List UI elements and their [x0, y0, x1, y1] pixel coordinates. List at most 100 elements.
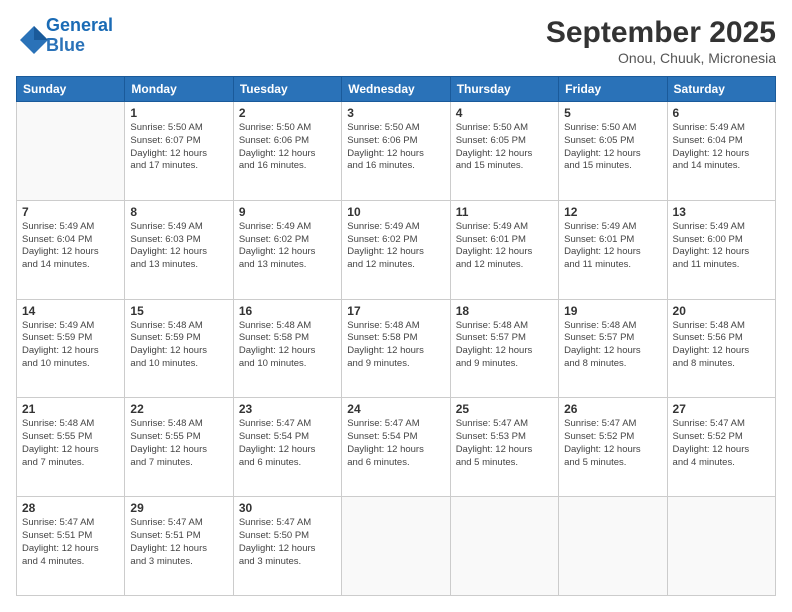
header: General Blue September 2025 Onou, Chuuk,… — [16, 16, 776, 66]
day-number: 2 — [239, 106, 336, 120]
logo-icon — [16, 22, 44, 50]
day-cell: 6 Sunrise: 5:49 AM Sunset: 6:04 PM Daylig… — [667, 102, 775, 201]
day-cell: 26 Sunrise: 5:47 AM Sunset: 5:52 PM Dayli… — [559, 398, 667, 497]
week-row-2: 7 Sunrise: 5:49 AM Sunset: 6:04 PM Daylig… — [17, 200, 776, 299]
day-info: Sunrise: 5:48 AM Sunset: 5:58 PM Dayligh… — [239, 320, 336, 371]
day-cell: 8 Sunrise: 5:49 AM Sunset: 6:03 PM Daylig… — [125, 200, 233, 299]
day-cell: 7 Sunrise: 5:49 AM Sunset: 6:04 PM Daylig… — [17, 200, 125, 299]
day-number: 19 — [564, 304, 661, 318]
day-cell: 3 Sunrise: 5:50 AM Sunset: 6:06 PM Daylig… — [342, 102, 450, 201]
day-cell: 9 Sunrise: 5:49 AM Sunset: 6:02 PM Daylig… — [233, 200, 341, 299]
month-title: September 2025 — [546, 16, 776, 50]
day-cell: 5Sunrise: 5:50 AM Sunset: 6:05 PM Daylig… — [559, 102, 667, 201]
day-cell: 19 Sunrise: 5:48 AM Sunset: 5:57 PM Dayli… — [559, 299, 667, 398]
day-number: 25 — [456, 402, 553, 416]
day-cell — [342, 497, 450, 596]
day-number: 27 — [673, 402, 770, 416]
day-number: 20 — [673, 304, 770, 318]
day-cell: 17Sunrise: 5:48 AM Sunset: 5:58 PM Dayli… — [342, 299, 450, 398]
day-number: 30 — [239, 501, 336, 515]
day-info: Sunrise: 5:49 AM Sunset: 6:01 PM Dayligh… — [456, 221, 553, 272]
day-cell — [450, 497, 558, 596]
day-info: Sunrise: 5:47 AM Sunset: 5:54 PM Dayligh… — [347, 418, 444, 469]
day-number: 8 — [130, 205, 227, 219]
day-number: 29 — [130, 501, 227, 515]
header-day-saturday: Saturday — [667, 77, 775, 102]
day-info: Sunrise: 5:49 AM Sunset: 5:59 PM Dayligh… — [22, 320, 119, 371]
day-cell: 24 Sunrise: 5:47 AM Sunset: 5:54 PM Dayli… — [342, 398, 450, 497]
calendar-table: SundayMondayTuesdayWednesdayThursdayFrid… — [16, 76, 776, 596]
day-cell: 21 Sunrise: 5:48 AM Sunset: 5:55 PM Dayli… — [17, 398, 125, 497]
day-cell: 14Sunrise: 5:49 AM Sunset: 5:59 PM Dayli… — [17, 299, 125, 398]
day-info: Sunrise: 5:47 AM Sunset: 5:52 PM Dayligh… — [564, 418, 661, 469]
calendar-header-row: SundayMondayTuesdayWednesdayThursdayFrid… — [17, 77, 776, 102]
day-number: 4 — [456, 106, 553, 120]
day-number: 16 — [239, 304, 336, 318]
page: General Blue September 2025 Onou, Chuuk,… — [0, 0, 792, 612]
header-day-wednesday: Wednesday — [342, 77, 450, 102]
day-info: Sunrise: 5:48 AM Sunset: 5:59 PM Dayligh… — [130, 320, 227, 371]
day-info: Sunrise: 5:47 AM Sunset: 5:51 PM Dayligh… — [22, 517, 119, 568]
logo: General Blue — [16, 16, 113, 56]
day-info: Sunrise: 5:47 AM Sunset: 5:52 PM Dayligh… — [673, 418, 770, 469]
day-number: 9 — [239, 205, 336, 219]
day-info: Sunrise: 5:50 AM Sunset: 6:05 PM Dayligh… — [456, 122, 553, 173]
day-info: Sunrise: 5:48 AM Sunset: 5:57 PM Dayligh… — [564, 320, 661, 371]
day-cell: 28Sunrise: 5:47 AM Sunset: 5:51 PM Dayli… — [17, 497, 125, 596]
day-number: 22 — [130, 402, 227, 416]
day-cell: 4 Sunrise: 5:50 AM Sunset: 6:05 PM Daylig… — [450, 102, 558, 201]
day-info: Sunrise: 5:49 AM Sunset: 6:02 PM Dayligh… — [239, 221, 336, 272]
day-cell: 2Sunrise: 5:50 AM Sunset: 6:06 PM Daylig… — [233, 102, 341, 201]
day-info: Sunrise: 5:49 AM Sunset: 6:04 PM Dayligh… — [673, 122, 770, 173]
day-number: 7 — [22, 205, 119, 219]
day-number: 5 — [564, 106, 661, 120]
header-day-thursday: Thursday — [450, 77, 558, 102]
day-number: 13 — [673, 205, 770, 219]
day-info: Sunrise: 5:48 AM Sunset: 5:55 PM Dayligh… — [22, 418, 119, 469]
day-cell: 16 Sunrise: 5:48 AM Sunset: 5:58 PM Dayli… — [233, 299, 341, 398]
day-number: 12 — [564, 205, 661, 219]
day-cell: 11 Sunrise: 5:49 AM Sunset: 6:01 PM Dayli… — [450, 200, 558, 299]
header-day-monday: Monday — [125, 77, 233, 102]
day-info: Sunrise: 5:49 AM Sunset: 6:01 PM Dayligh… — [564, 221, 661, 272]
day-cell: 29Sunrise: 5:47 AM Sunset: 5:51 PM Dayli… — [125, 497, 233, 596]
day-number: 6 — [673, 106, 770, 120]
day-info: Sunrise: 5:48 AM Sunset: 5:57 PM Dayligh… — [456, 320, 553, 371]
day-cell: 23 Sunrise: 5:47 AM Sunset: 5:54 PM Dayli… — [233, 398, 341, 497]
location: Onou, Chuuk, Micronesia — [546, 50, 776, 66]
day-cell — [667, 497, 775, 596]
week-row-4: 21 Sunrise: 5:48 AM Sunset: 5:55 PM Dayli… — [17, 398, 776, 497]
day-cell — [559, 497, 667, 596]
day-number: 1 — [130, 106, 227, 120]
day-cell: 30 Sunrise: 5:47 AM Sunset: 5:50 PM Dayli… — [233, 497, 341, 596]
day-cell: 12 Sunrise: 5:49 AM Sunset: 6:01 PM Dayli… — [559, 200, 667, 299]
day-number: 3 — [347, 106, 444, 120]
day-number: 21 — [22, 402, 119, 416]
day-info: Sunrise: 5:47 AM Sunset: 5:50 PM Dayligh… — [239, 517, 336, 568]
day-info: Sunrise: 5:49 AM Sunset: 6:00 PM Dayligh… — [673, 221, 770, 272]
day-cell: 25 Sunrise: 5:47 AM Sunset: 5:53 PM Dayli… — [450, 398, 558, 497]
day-number: 23 — [239, 402, 336, 416]
day-info: Sunrise: 5:48 AM Sunset: 5:56 PM Dayligh… — [673, 320, 770, 371]
week-row-3: 14Sunrise: 5:49 AM Sunset: 5:59 PM Dayli… — [17, 299, 776, 398]
day-info: Sunrise: 5:50 AM Sunset: 6:06 PM Dayligh… — [347, 122, 444, 173]
day-info: Sunrise: 5:48 AM Sunset: 5:58 PM Dayligh… — [347, 320, 444, 371]
day-number: 26 — [564, 402, 661, 416]
day-info: Sunrise: 5:48 AM Sunset: 5:55 PM Dayligh… — [130, 418, 227, 469]
day-info: Sunrise: 5:49 AM Sunset: 6:02 PM Dayligh… — [347, 221, 444, 272]
day-number: 24 — [347, 402, 444, 416]
week-row-5: 28Sunrise: 5:47 AM Sunset: 5:51 PM Dayli… — [17, 497, 776, 596]
header-day-friday: Friday — [559, 77, 667, 102]
day-cell: 15Sunrise: 5:48 AM Sunset: 5:59 PM Dayli… — [125, 299, 233, 398]
day-info: Sunrise: 5:50 AM Sunset: 6:07 PM Dayligh… — [130, 122, 227, 173]
day-number: 11 — [456, 205, 553, 219]
day-info: Sunrise: 5:49 AM Sunset: 6:04 PM Dayligh… — [22, 221, 119, 272]
day-info: Sunrise: 5:47 AM Sunset: 5:53 PM Dayligh… — [456, 418, 553, 469]
title-block: September 2025 Onou, Chuuk, Micronesia — [546, 16, 776, 66]
day-cell: 13 Sunrise: 5:49 AM Sunset: 6:00 PM Dayli… — [667, 200, 775, 299]
day-info: Sunrise: 5:49 AM Sunset: 6:03 PM Dayligh… — [130, 221, 227, 272]
day-info: Sunrise: 5:47 AM Sunset: 5:54 PM Dayligh… — [239, 418, 336, 469]
day-cell — [17, 102, 125, 201]
week-row-1: 1 Sunrise: 5:50 AM Sunset: 6:07 PM Daylig… — [17, 102, 776, 201]
day-number: 10 — [347, 205, 444, 219]
